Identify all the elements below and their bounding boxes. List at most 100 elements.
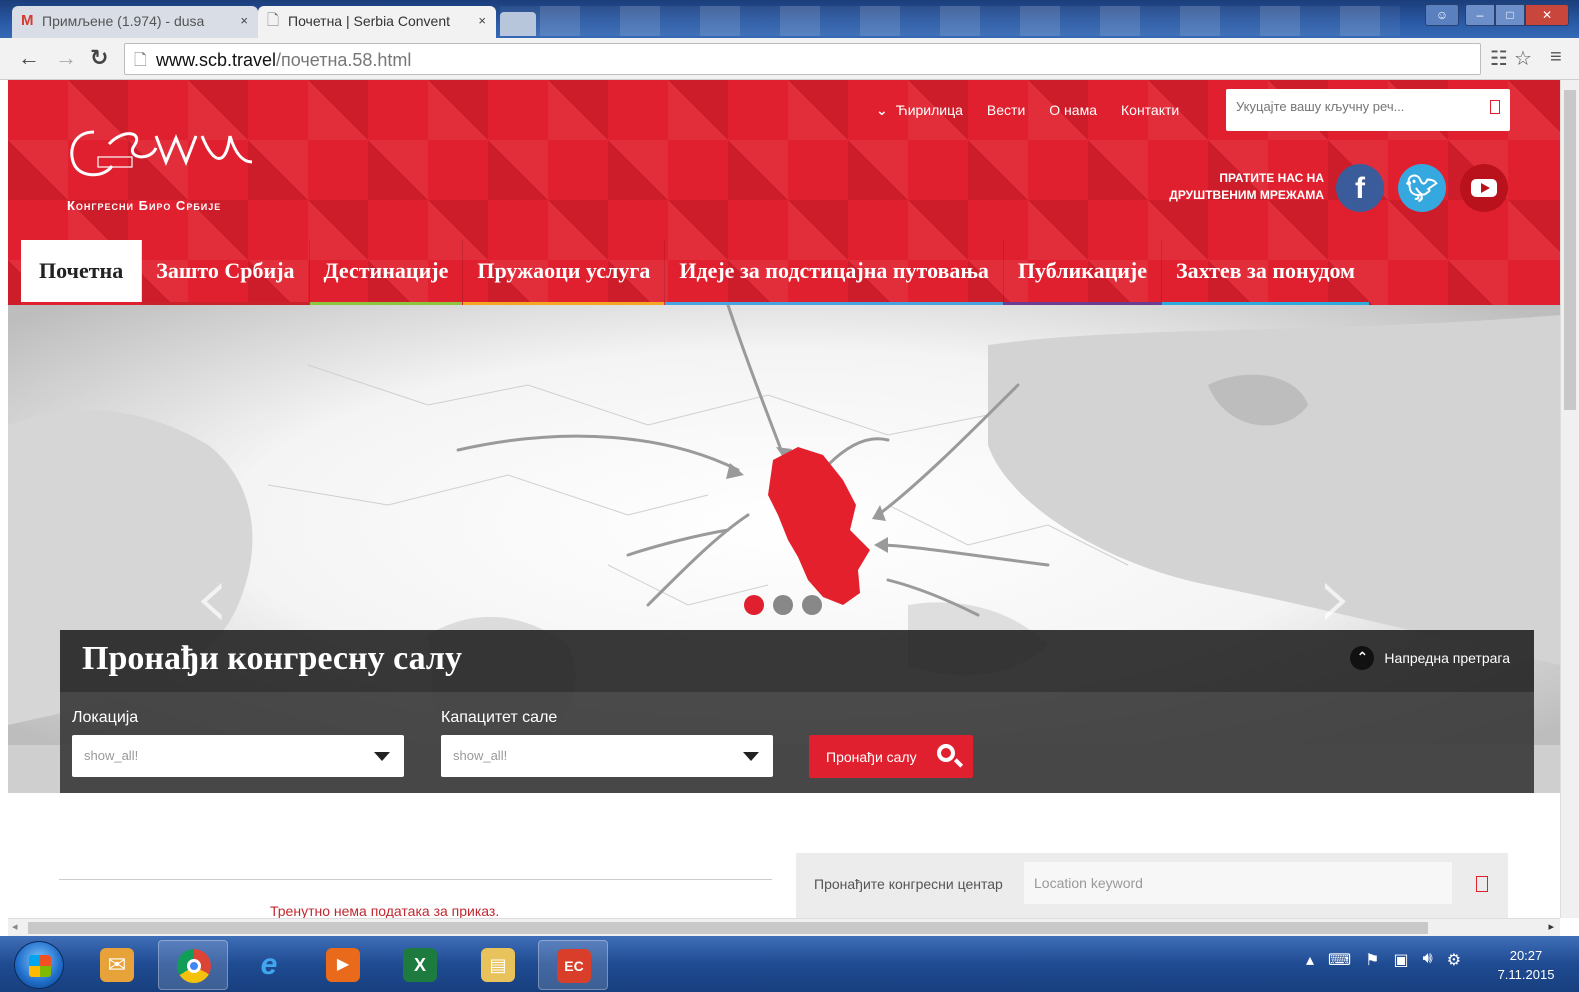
top-navigation: Ћирилица Вести О нама Контакти <box>876 102 1203 119</box>
scrollbar-thumb[interactable] <box>28 922 1428 934</box>
tab-serbia-convention[interactable]: 🗋 Почетна | Serbia Convent × <box>258 6 496 38</box>
outlook-glyph: ✉ <box>100 948 134 982</box>
nav-item-request-offer[interactable]: Захтев за понудом <box>1162 240 1370 306</box>
chevron-down-icon <box>743 752 759 761</box>
main-navigation: Почетна Зашто Србија Дестинације Пружаоц… <box>8 240 1560 306</box>
url-host: www.scb.travel <box>156 50 277 70</box>
tab-gmail[interactable]: M Примљене (1.974) - dusa × <box>12 6 258 38</box>
social-label-line1: ПРАТИТЕ НАС НА <box>1219 171 1324 185</box>
nav-label: Зашто Србија <box>156 258 295 283</box>
page-icon: 🗋 <box>134 52 147 69</box>
hero-slider: ‹ › Пронађи конгресну салу ⌃ Напредна пр… <box>8 305 1560 793</box>
system-clock[interactable]: 20:27 7.11.2015 <box>1486 946 1566 984</box>
topnav-about-link[interactable]: О нама <box>1049 102 1097 119</box>
tab-close-icon[interactable]: × <box>478 6 486 36</box>
tab-close-icon[interactable]: × <box>240 6 248 36</box>
capacity-label: Капацитет сале <box>441 709 558 726</box>
scrollbar-thumb[interactable] <box>1564 90 1576 410</box>
slider-dots <box>744 595 822 615</box>
menu-icon[interactable]: ≡ <box>1550 46 1562 69</box>
nav-item-destinations[interactable]: Дестинације <box>309 240 464 306</box>
document-icon: 🗋 <box>267 12 280 29</box>
nav-item-home[interactable]: Почетна <box>21 240 143 306</box>
youtube-play-icon <box>1471 179 1497 197</box>
facebook-icon[interactable]: f <box>1336 164 1384 212</box>
social-follow-label: ПРАТИТЕ НАС НА ДРУШТВЕНИМ МРЕЖАМА <box>1148 170 1324 204</box>
advanced-search-toggle[interactable]: ⌃ Напредна претрага <box>1350 646 1510 670</box>
close-window-icon[interactable]: ✕ <box>1525 4 1569 26</box>
excel-icon[interactable]: X <box>385 940 455 990</box>
search-icon <box>937 744 955 762</box>
update-icon[interactable]: ⚙ <box>1447 950 1461 970</box>
tab-title: Примљене (1.974) - dusa <box>42 13 205 29</box>
site-search-input[interactable] <box>1236 99 1476 114</box>
scroll-right-arrow-icon[interactable]: ▸ <box>1548 920 1554 933</box>
start-button[interactable] <box>14 941 64 989</box>
ie-icon[interactable]: e <box>234 940 304 990</box>
window-controls: ☺ – □ ✕ <box>1425 4 1569 28</box>
user-profile-icon[interactable]: ☺ <box>1425 4 1459 26</box>
reader-icon[interactable]: EC <box>538 940 608 990</box>
scroll-left-arrow-icon[interactable]: ◂ <box>12 920 18 933</box>
url-path: /почетна.58.html <box>276 50 412 70</box>
back-arrow-icon[interactable]: ← <box>18 46 40 70</box>
center-search-input[interactable]: Location keyword <box>1024 862 1452 904</box>
gmail-icon: M <box>21 12 34 29</box>
chrome-glyph <box>177 949 211 983</box>
nav-label: Захтев за понудом <box>1176 258 1356 283</box>
action-center-flag-icon[interactable]: ⚑ <box>1365 950 1379 970</box>
capacity-select-value: show_all! <box>453 748 508 763</box>
windows-logo-icon <box>29 955 51 977</box>
minimize-icon[interactable]: – <box>1465 4 1495 26</box>
new-tab-button[interactable] <box>500 12 536 36</box>
vertical-scrollbar[interactable] <box>1560 80 1579 918</box>
translate-icon[interactable]: ☷ <box>1490 46 1508 71</box>
outlook-icon[interactable]: ✉ <box>82 940 152 990</box>
slider-dot[interactable] <box>744 595 764 615</box>
find-hall-label: Пронађи салу <box>826 749 917 765</box>
media-player-icon[interactable]: ▶ <box>308 940 378 990</box>
keyboard-icon[interactable]: ⌨ <box>1328 950 1351 970</box>
tabbar-background <box>500 6 1400 36</box>
location-select[interactable]: show_all! <box>72 735 404 777</box>
twitter-icon[interactable]: 🐦︎ <box>1398 164 1446 212</box>
language-selector[interactable]: Ћирилица <box>876 102 963 119</box>
serbia-logo[interactable] <box>64 122 254 192</box>
location-label: Локација <box>72 709 139 726</box>
explorer-icon[interactable]: ▤ <box>463 940 533 990</box>
nav-item-why-serbia[interactable]: Зашто Србија <box>142 240 310 306</box>
ie-glyph: e <box>260 948 278 981</box>
slider-dot[interactable] <box>802 595 822 615</box>
search-icon[interactable] <box>1490 100 1500 114</box>
tab-title: Почетна | Serbia Convent <box>288 13 451 29</box>
topnav-news-link[interactable]: Вести <box>987 102 1025 119</box>
reload-icon[interactable]: ↻ <box>90 46 108 70</box>
url-text[interactable]: www.scb.travel/почетна.58.html <box>156 50 411 71</box>
site-header: Конгресни Биро Србије Ћирилица Вести О н… <box>8 80 1560 306</box>
clock-date: 7.11.2015 <box>1497 967 1555 982</box>
youtube-icon[interactable] <box>1460 164 1508 212</box>
nav-label: Дестинације <box>323 258 449 283</box>
congress-hall-finder: Пронађи конгресну салу ⌃ Напредна претра… <box>60 630 1534 793</box>
find-hall-button[interactable]: Пронађи салу <box>809 735 973 778</box>
maximize-icon[interactable]: □ <box>1495 4 1525 26</box>
volume-icon[interactable]: 🔊︎ <box>1423 950 1433 970</box>
topnav-contact-link[interactable]: Контакти <box>1121 102 1179 119</box>
forward-arrow-icon[interactable]: → <box>55 46 77 70</box>
horizontal-scrollbar[interactable]: ◂ ▸ <box>8 918 1560 936</box>
show-hidden-icons-icon[interactable]: ▴ <box>1306 950 1314 970</box>
finder-header: Пронађи конгресну салу ⌃ Напредна претра… <box>60 630 1534 692</box>
capacity-select[interactable]: show_all! <box>441 735 773 777</box>
network-icon[interactable]: ▣ <box>1393 950 1408 970</box>
address-bar[interactable]: 🗋 www.scb.travel/почетна.58.html <box>124 43 1481 75</box>
media-player-glyph: ▶ <box>326 948 360 982</box>
slider-dot[interactable] <box>773 595 793 615</box>
nav-item-publications[interactable]: Публикације <box>1003 240 1163 306</box>
chrome-icon[interactable] <box>158 940 228 990</box>
location-select-value: show_all! <box>84 748 139 763</box>
windows-taskbar: ✉ e ▶ X ▤ EC ▴ ⌨ ⚑ ▣ 🔊︎ ⚙ 20:27 7.11.201… <box>0 936 1579 992</box>
nav-item-incentive-ideas[interactable]: Идеје за подстицајна путовања <box>665 240 1004 306</box>
search-icon[interactable] <box>1476 876 1488 892</box>
nav-item-service-providers[interactable]: Пружаоци услуга <box>463 240 666 306</box>
bookmark-star-icon[interactable]: ☆ <box>1514 46 1532 71</box>
